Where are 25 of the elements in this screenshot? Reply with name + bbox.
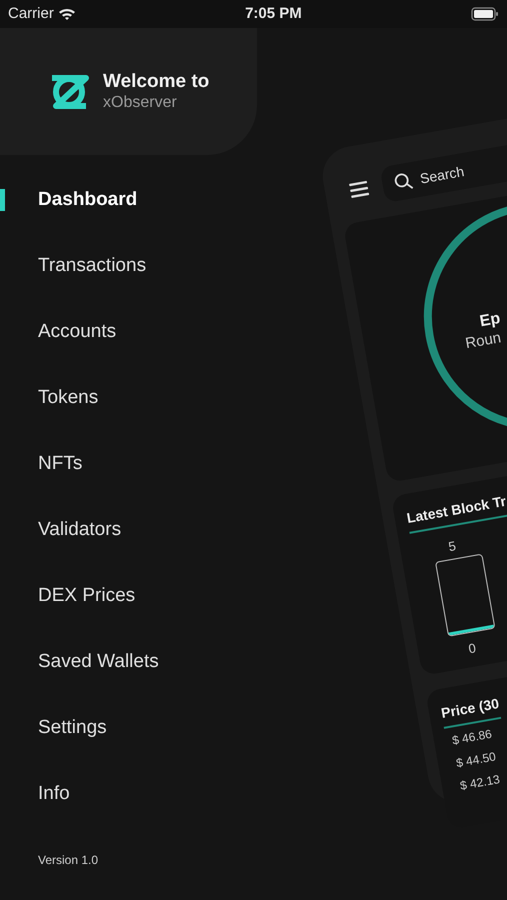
carrier-label: Carrier: [8, 4, 54, 24]
panel-title: Price (30: [440, 693, 502, 729]
menu-item[interactable]: Tokens: [38, 384, 98, 412]
panel-title: Latest Block Tr: [405, 490, 507, 534]
battery-icon: [470, 7, 499, 21]
app-name: xObserver: [103, 93, 178, 114]
menu-item[interactable]: Info: [38, 780, 70, 808]
axis-min-label: 0: [466, 639, 478, 658]
menu-item[interactable]: Saved Wallets: [38, 648, 159, 676]
menu-item[interactable]: Accounts: [38, 318, 116, 346]
menu-icon: [348, 180, 370, 199]
menu-item[interactable]: NFTs: [38, 450, 82, 478]
selection-indicator: [0, 189, 5, 211]
axis-max-label: 5: [446, 537, 458, 556]
welcome-title: Welcome to: [103, 70, 210, 94]
wifi-icon: [58, 7, 76, 21]
menu-item[interactable]: Settings: [38, 714, 107, 742]
price-value: $ 44.50: [454, 748, 498, 772]
menu-item[interactable]: DEX Prices: [38, 582, 136, 610]
menu-item[interactable]: Dashboard: [38, 186, 138, 214]
status-time: 7:05 PM: [245, 4, 302, 24]
price-value: $ 42.13: [458, 771, 502, 795]
version-label: Version 1.0: [38, 852, 98, 869]
menu-item[interactable]: Transactions: [38, 252, 146, 280]
menu-item[interactable]: Validators: [38, 516, 122, 544]
